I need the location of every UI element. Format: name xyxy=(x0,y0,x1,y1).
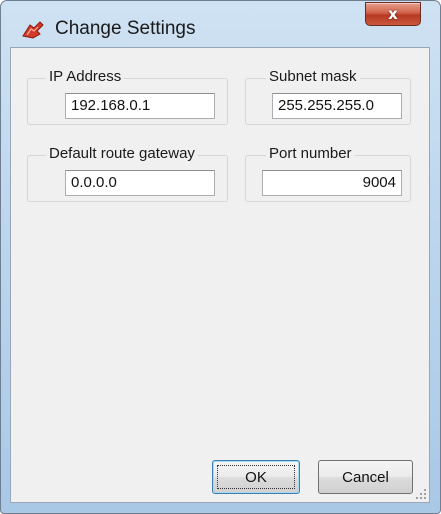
title-bar[interactable]: Change Settings x xyxy=(1,1,440,47)
dialog-client-area: IP Address 192.168.0.1 Subnet mask 255.2… xyxy=(10,47,430,503)
red-device-icon xyxy=(22,21,44,39)
port-number-label: Port number xyxy=(266,145,355,163)
default-gateway-label: Default route gateway xyxy=(46,145,198,163)
cancel-button-label: Cancel xyxy=(342,468,389,486)
ok-button[interactable]: OK xyxy=(212,460,300,494)
subnet-mask-label: Subnet mask xyxy=(266,68,360,86)
default-gateway-field[interactable]: 0.0.0.0 xyxy=(65,170,215,196)
default-gateway-group: Default route gateway 0.0.0.0 xyxy=(27,145,228,202)
ip-address-field[interactable]: 192.168.0.1 xyxy=(65,93,215,119)
close-icon: x xyxy=(388,4,398,23)
port-number-group: Port number 9004 xyxy=(245,145,411,202)
close-button[interactable]: x xyxy=(365,2,421,26)
subnet-mask-group: Subnet mask 255.255.255.0 xyxy=(245,68,411,125)
ok-button-label: OK xyxy=(245,468,267,486)
resize-grip-icon[interactable] xyxy=(415,488,427,500)
cancel-button[interactable]: Cancel xyxy=(318,460,413,494)
port-number-field[interactable]: 9004 xyxy=(262,170,402,196)
dialog-window: Change Settings x IP Address 192.168.0.1… xyxy=(0,0,441,514)
window-title: Change Settings xyxy=(55,18,196,39)
ip-address-group: IP Address 192.168.0.1 xyxy=(27,68,228,125)
ip-address-label: IP Address xyxy=(46,68,125,86)
subnet-mask-field[interactable]: 255.255.255.0 xyxy=(272,93,402,119)
